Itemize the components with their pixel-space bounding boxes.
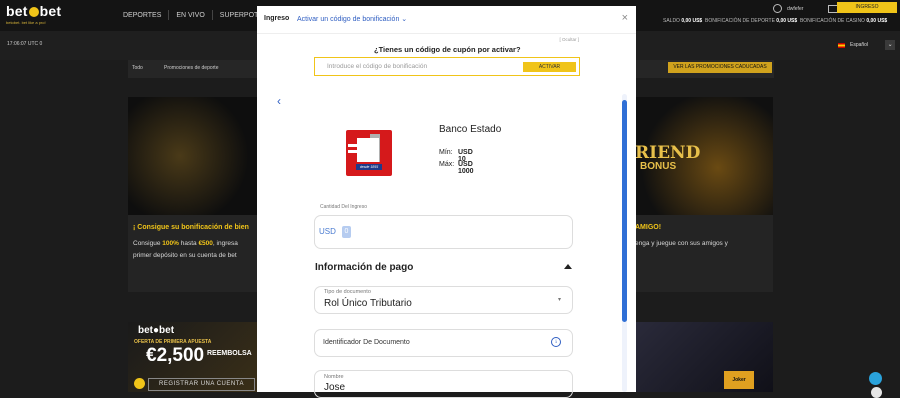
document-type-value: Rol Único Tributario <box>324 298 412 309</box>
promo-text: hasta <box>180 240 197 247</box>
language-selector[interactable]: Español ⌄ <box>838 40 896 50</box>
document-id-input[interactable]: Identificador De Documento <box>323 339 410 346</box>
coupon-question: ¿Tienes un código de cupón por activar? <box>374 45 521 54</box>
nav-item-deportes[interactable]: DEPORTES <box>116 12 168 19</box>
logo-ball-icon <box>28 7 39 17</box>
logo-tagline: betobet. bet like a pro! <box>6 20 46 25</box>
expired-promos-button[interactable]: VER LAS PROMOCIONES CADUCADAS <box>668 62 772 73</box>
back-arrow-icon[interactable]: ‹ <box>277 94 281 108</box>
close-icon[interactable]: × <box>622 13 628 24</box>
activate-bonus-tab[interactable]: Activar un código de bonificación ⌄ <box>297 15 407 23</box>
amount-currency: USD <box>319 227 336 236</box>
name-field[interactable]: Nombre Jose <box>314 370 573 398</box>
payment-info-title: Información de pago <box>315 262 414 273</box>
min-label: Mín: <box>439 149 453 156</box>
promo-description: Consigue 100% hasta €500, ingresa primer… <box>133 238 263 262</box>
modal-title: Ingreso <box>264 15 290 22</box>
document-id-field[interactable]: Identificador De Documento i <box>314 329 573 357</box>
saldo-label: SALDO <box>663 18 680 24</box>
bonus-banner-text: BONUS <box>640 161 677 172</box>
clock: 17:06:07 UTC 0 <box>7 41 43 47</box>
collapse-arrow-icon[interactable] <box>564 264 572 269</box>
bank-min: Mín: USD 10 <box>439 149 473 163</box>
activate-button[interactable]: ACTIVAR <box>523 62 576 72</box>
language-label: Español <box>850 42 869 48</box>
saldo-value: 0,00 US$ <box>681 18 703 24</box>
deposit-button[interactable]: INGRESO <box>837 2 897 13</box>
hide-coupon-link[interactable]: [ Ocultar ] <box>559 37 579 42</box>
logo-stripe <box>348 150 368 153</box>
friend-banner-text: RIEND <box>635 143 701 163</box>
modal-header: Ingreso Activar un código de bonificació… <box>257 6 636 34</box>
name-label: Nombre <box>324 374 344 380</box>
document-type-select[interactable]: Tipo de documento Rol Único Tributario ▾ <box>314 286 573 314</box>
coupon-input[interactable]: Introduce el código de bonificación <box>327 63 427 70</box>
promo-title: AMIGO! <box>635 224 662 231</box>
max-label: Máx: <box>439 161 455 168</box>
promo-amount: €500 <box>198 240 213 247</box>
floating-contact <box>869 372 882 398</box>
max-value: USD 1000 <box>458 161 474 175</box>
logo-right: bet <box>39 3 62 19</box>
bank-name: Banco Estado <box>439 124 502 135</box>
promo-percent: 100% <box>162 240 179 247</box>
arrow-icon <box>134 378 145 389</box>
register-button[interactable]: REGISTRAR UNA CUENTA <box>148 378 255 391</box>
username: dwfefer <box>787 5 804 12</box>
scrollbar-thumb[interactable] <box>622 100 627 322</box>
main-nav: DEPORTES EN VIVO SUPERPOT <box>116 10 265 20</box>
promo-card-friend[interactable]: AMIGO! enga y juegue con sus amigos y <box>635 97 773 292</box>
amount-value: 0 <box>342 226 351 238</box>
sport-bonus-label: BONIFICACIÓN DE DEPORTE <box>704 18 775 24</box>
coupon-form: Introduce el código de bonificación ACTI… <box>314 57 580 76</box>
promo-amount: €2,500 <box>146 345 205 366</box>
telegram-icon[interactable] <box>869 372 882 385</box>
document-type-label: Tipo de documento <box>324 289 371 295</box>
balances-bar: SALDO 0,00 US$ BONIFICACIÓN DE DEPORTE 0… <box>663 18 887 24</box>
promo-image <box>128 97 258 215</box>
casino-bonus-label: BONIFICACIÓN DE CASINO <box>799 18 865 24</box>
nav-item-en-vivo[interactable]: EN VIVO <box>169 12 211 19</box>
sport-bonus-value: 0,00 US$ <box>776 18 798 24</box>
casino-bonus-value: 0,00 US$ <box>866 18 888 24</box>
chevron-down-icon: ▾ <box>558 297 562 303</box>
logo-stripe <box>348 144 368 147</box>
promo-card-welcome[interactable]: ¡ Consigue su bonificación de bien Consi… <box>128 97 258 292</box>
user-menu[interactable]: dwfefer <box>773 4 840 13</box>
filter-promos-deporte[interactable]: Promociones de deporte <box>164 65 218 71</box>
name-input[interactable]: Jose <box>324 382 345 393</box>
promo-text: primer depósito en su cuenta de bet <box>133 252 237 259</box>
promo-refund-label: REEMBOLSA <box>207 350 252 357</box>
amount-input[interactable]: USD 0 <box>314 215 573 249</box>
chevron-down-icon[interactable]: ⌄ <box>885 40 896 50</box>
coupon-section: [ Ocultar ] ¿Tienes un código de cupón p… <box>257 33 636 88</box>
promo-text: Consigue <box>133 240 161 247</box>
site-logo[interactable]: bet bet betobet. bet like a pro! <box>6 3 61 25</box>
bank-max: Máx: USD 1000 <box>439 161 474 175</box>
whatsapp-icon[interactable] <box>871 387 882 398</box>
promo-text: , ingresa <box>212 240 238 247</box>
user-icon <box>773 4 782 13</box>
flag-spain-icon <box>838 42 845 48</box>
info-icon[interactable]: i <box>551 337 561 347</box>
filter-todo[interactable]: Todo <box>132 65 143 71</box>
logo-left: bet <box>6 3 28 19</box>
bank-logo: desde 1855 <box>346 130 392 176</box>
promo-logo: bet●bet <box>138 325 175 336</box>
amount-label: Cantidad Del Ingreso <box>320 204 367 210</box>
game-thumb-joker[interactable]: Joker <box>724 371 754 389</box>
promo-title: ¡ Consigue su bonificación de bien <box>133 224 249 231</box>
logo-caption: desde 1855 <box>356 164 382 170</box>
promo-description: enga y juegue con sus amigos y <box>635 240 728 247</box>
deposit-modal: Ingreso Activar un código de bonificació… <box>257 6 636 398</box>
